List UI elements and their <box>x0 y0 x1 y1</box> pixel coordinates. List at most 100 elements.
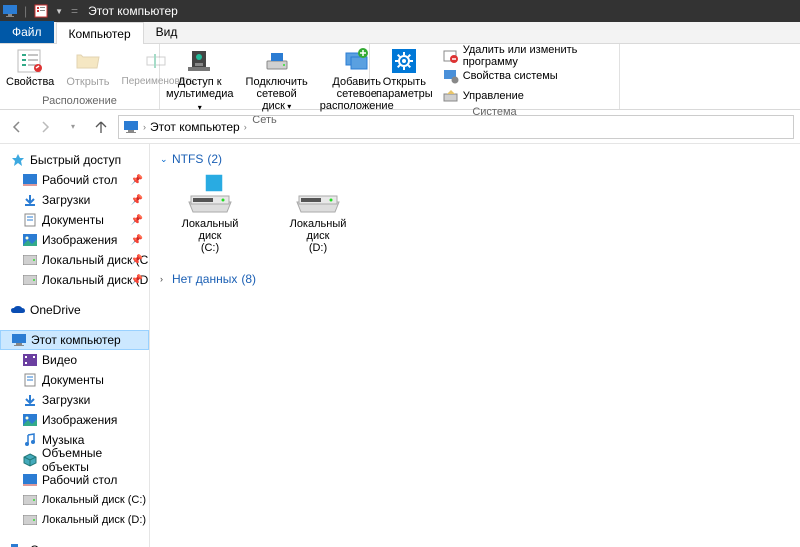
drives-row: Локальный диск(C:) Локальный диск(D:) <box>160 172 790 254</box>
uninstall-icon <box>443 48 459 64</box>
group-header-nodata[interactable]: › Нет данных (8) <box>160 272 790 286</box>
media-server-icon <box>184 46 216 76</box>
network-group: Сеть <box>0 540 149 547</box>
ribbon-group-system: Открытьпараметры Удалить или изменить пр… <box>370 44 620 109</box>
content-pane[interactable]: ⌄ NTFS (2) Локальный диск(C:) <box>150 144 800 547</box>
sidebar-item-downloads-pc[interactable]: Загрузки <box>0 390 149 410</box>
music-icon <box>22 432 38 448</box>
pin-icon: 📌 <box>131 275 143 286</box>
group-name: NTFS <box>172 152 203 166</box>
manage-icon <box>443 88 459 104</box>
breadcrumb[interactable]: › Этот компьютер › <box>118 115 794 139</box>
sidebar-item-local-d[interactable]: Локальный диск (D:) <box>0 510 149 530</box>
back-button[interactable] <box>6 116 28 138</box>
drive-label: Локальный диск(C:) <box>174 218 246 254</box>
group-header-ntfs[interactable]: ⌄ NTFS (2) <box>160 152 790 166</box>
pin-icon: 📌 <box>131 235 143 246</box>
open-button: Открыть <box>60 46 115 88</box>
tab-computer[interactable]: Компьютер <box>56 22 144 44</box>
quick-access-group: Быстрый доступ Рабочий стол📌 Загрузки📌 Д… <box>0 150 149 290</box>
open-params-label: Открытьпараметры <box>376 76 433 100</box>
title-bar: | ▼ = Этот компьютер <box>0 0 800 22</box>
group-name: Нет данных <box>172 272 237 286</box>
sidebar-network[interactable]: Сеть <box>0 540 149 547</box>
breadcrumb-item[interactable]: Этот компьютер <box>150 120 240 134</box>
sidebar-item-videos[interactable]: Видео <box>0 350 149 370</box>
sysprops-label: Свойства системы <box>463 70 558 82</box>
sidebar-item-desktop[interactable]: Рабочий стол📌 <box>0 170 149 190</box>
rename-icon <box>142 46 174 76</box>
sidebar-item-3d-objects[interactable]: Объемные объекты <box>0 450 149 470</box>
star-icon <box>10 152 26 168</box>
sidebar-onedrive[interactable]: OneDrive <box>0 300 149 320</box>
system-small-buttons: Удалить или изменить программу Свойства … <box>439 46 619 106</box>
onedrive-group: OneDrive <box>0 300 149 320</box>
chevron-right-icon: › <box>160 274 170 284</box>
drive-icon <box>22 252 38 268</box>
drive-icon <box>291 172 345 216</box>
properties-label: Свойства <box>6 76 54 88</box>
ribbon-group-network: Доступ кмультимедиа ▾ Подключитьсетевой … <box>160 44 370 109</box>
document-icon <box>22 212 38 228</box>
navigation-bar: ▾ › Этот компьютер › <box>0 110 800 144</box>
sidebar-quick-access[interactable]: Быстрый доступ <box>0 150 149 170</box>
tab-view[interactable]: Вид <box>144 21 190 43</box>
this-pc-icon <box>123 119 139 135</box>
sidebar-item-documents-pc[interactable]: Документы <box>0 370 149 390</box>
sidebar-item-pictures[interactable]: Изображения📌 <box>0 230 149 250</box>
separator: = <box>71 4 78 18</box>
video-icon <box>22 352 38 368</box>
map-network-drive-button[interactable]: Подключитьсетевой диск ▾ <box>240 46 314 114</box>
manage-button[interactable]: Управление <box>439 86 619 106</box>
media-access-button[interactable]: Доступ кмультимедиа ▾ <box>160 46 240 114</box>
group-count: (2) <box>207 152 222 166</box>
sidebar-this-pc[interactable]: Этот компьютер <box>0 330 149 350</box>
cloud-icon <box>10 302 26 318</box>
pin-icon: 📌 <box>131 215 143 226</box>
open-settings-button[interactable]: Открытьпараметры <box>370 46 439 106</box>
chevron-right-icon[interactable]: › <box>143 122 146 132</box>
up-button[interactable] <box>90 116 112 138</box>
drive-icon <box>22 492 38 508</box>
checklist-icon <box>14 46 46 76</box>
monitor-gear-icon <box>443 68 459 84</box>
sidebar-item-local-c-pinned[interactable]: Локальный диск (C📌 <box>0 250 149 270</box>
sidebar-item-local-d-pinned[interactable]: Локальный диск (D📌 <box>0 270 149 290</box>
sidebar-item-downloads[interactable]: Загрузки📌 <box>0 190 149 210</box>
tab-file[interactable]: Файл <box>0 21 54 43</box>
drive-c[interactable]: Локальный диск(C:) <box>174 172 246 254</box>
group-location-label: Расположение <box>0 95 159 109</box>
manage-label: Управление <box>463 90 524 102</box>
monitor-icon <box>11 332 27 348</box>
document-icon <box>22 372 38 388</box>
monitor-icon <box>2 3 18 19</box>
ribbon-group-location: Свойства Открыть Переименовать Расположе… <box>0 44 160 109</box>
separator: | <box>24 4 27 18</box>
drive-system-icon <box>183 172 237 216</box>
pin-icon: 📌 <box>131 175 143 186</box>
sidebar-item-desktop-pc[interactable]: Рабочий стол <box>0 470 149 490</box>
qat-dropdown-icon[interactable]: ▼ <box>55 7 63 16</box>
navigation-pane[interactable]: Быстрый доступ Рабочий стол📌 Загрузки📌 Д… <box>0 144 150 547</box>
chevron-right-icon[interactable]: › <box>244 122 247 132</box>
properties-qat-icon[interactable] <box>33 3 49 19</box>
drive-d[interactable]: Локальный диск(D:) <box>282 172 354 254</box>
drive-label: Локальный диск(D:) <box>282 218 354 254</box>
uninstall-programs-button[interactable]: Удалить или изменить программу <box>439 46 619 66</box>
netdrive-label: Подключитьсетевой диск ▾ <box>246 76 308 113</box>
recent-dropdown[interactable]: ▾ <box>62 116 84 138</box>
ribbon-tabs: Файл Компьютер Вид <box>0 22 800 44</box>
forward-button[interactable] <box>34 116 56 138</box>
properties-button[interactable]: Свойства <box>0 46 60 88</box>
this-pc-group: Этот компьютер Видео Документы Загрузки … <box>0 330 149 530</box>
pin-icon: 📌 <box>131 255 143 266</box>
folder-open-icon <box>72 46 104 76</box>
sidebar-item-pictures-pc[interactable]: Изображения <box>0 410 149 430</box>
chevron-down-icon: ⌄ <box>160 154 170 165</box>
download-icon <box>22 192 38 208</box>
sidebar-item-documents[interactable]: Документы📌 <box>0 210 149 230</box>
sidebar-item-local-c[interactable]: Локальный диск (C:) <box>0 490 149 510</box>
system-properties-button[interactable]: Свойства системы <box>439 66 619 86</box>
media-label: Доступ кмультимедиа ▾ <box>166 76 234 114</box>
open-label: Открыть <box>66 76 109 88</box>
